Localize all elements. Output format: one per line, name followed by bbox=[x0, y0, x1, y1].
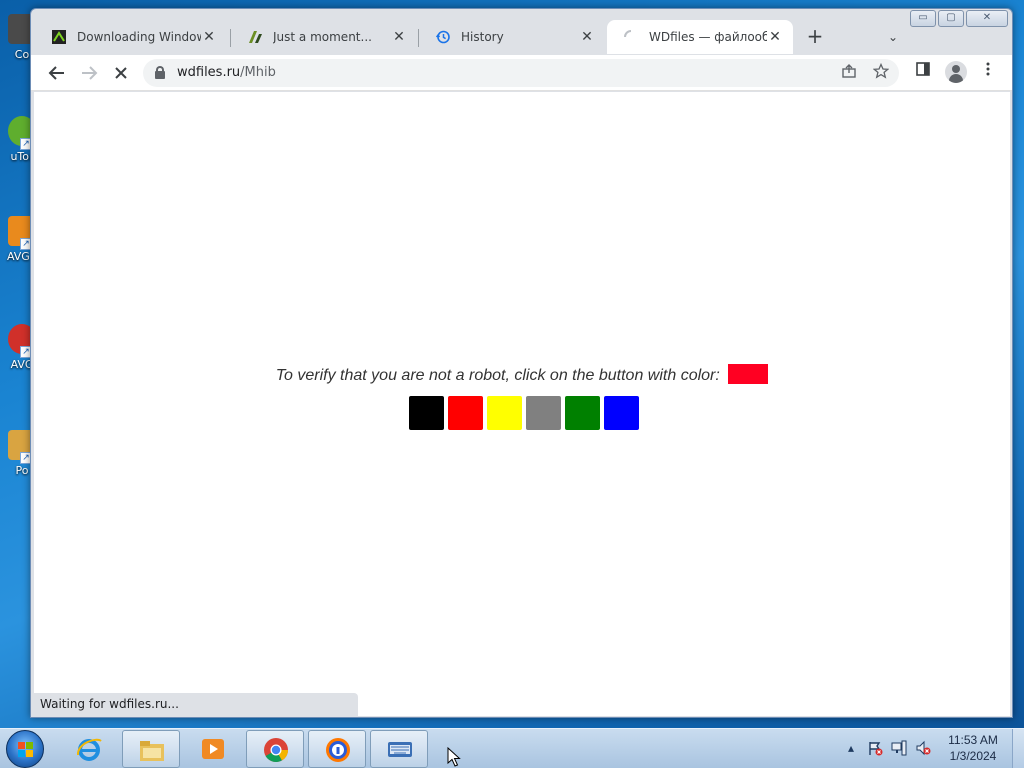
taskbar-on-screen-keyboard[interactable] bbox=[370, 730, 428, 768]
network-icon[interactable] bbox=[891, 740, 907, 756]
start-button[interactable] bbox=[6, 730, 44, 768]
tab-close-icon[interactable]: ✕ bbox=[579, 29, 595, 45]
back-arrow-icon bbox=[48, 66, 64, 80]
taskbar: ▴ 11:53 AM 1/3/2024 bbox=[0, 728, 1024, 768]
clock-time: 11:53 AM bbox=[948, 733, 998, 747]
taskbar-avast-secure-browser[interactable] bbox=[308, 730, 366, 768]
mouse-cursor-icon bbox=[447, 747, 461, 767]
tab-title: WDfiles — файлообме bbox=[649, 30, 767, 44]
taskbar-media-player[interactable] bbox=[184, 730, 242, 768]
forward-arrow-icon bbox=[82, 66, 98, 80]
captcha-prompt: To verify that you are not a robot, clic… bbox=[34, 364, 1010, 386]
color-button-red[interactable] bbox=[448, 396, 483, 430]
tab-title: Downloading Windows bbox=[77, 30, 201, 44]
color-button-row bbox=[409, 396, 643, 430]
tab-search-button[interactable]: ⌄ bbox=[883, 27, 903, 47]
secure-browser-icon bbox=[324, 736, 352, 764]
color-button-blue[interactable] bbox=[604, 396, 639, 430]
side-panel-icon[interactable] bbox=[911, 61, 935, 85]
back-button[interactable] bbox=[45, 61, 69, 85]
maximize-button[interactable]: ▢ bbox=[938, 10, 964, 27]
folder-icon bbox=[138, 736, 166, 764]
volume-muted-icon[interactable] bbox=[915, 740, 931, 756]
url-host: wdfiles.ru bbox=[177, 65, 241, 80]
bookmark-star-icon[interactable] bbox=[871, 62, 891, 83]
tab-title: History bbox=[461, 30, 504, 44]
action-center-flag-icon[interactable] bbox=[867, 740, 883, 756]
target-color-swatch bbox=[728, 364, 769, 384]
window-controls: ▭ ▢ ✕ bbox=[908, 10, 1008, 27]
show-desktop-button[interactable] bbox=[1012, 729, 1024, 768]
lock-icon[interactable] bbox=[155, 66, 165, 79]
browser-window: Downloading Windows ✕ Just a moment... ✕… bbox=[30, 8, 1013, 718]
status-bubble: Waiting for wdfiles.ru... bbox=[34, 693, 358, 716]
tab-close-icon[interactable]: ✕ bbox=[201, 29, 217, 45]
minimize-button[interactable]: ▭ bbox=[910, 10, 936, 27]
profile-avatar[interactable] bbox=[945, 61, 967, 83]
color-button-yellow[interactable] bbox=[487, 396, 522, 430]
taskbar-internet-explorer[interactable] bbox=[60, 730, 118, 768]
color-button-gray[interactable] bbox=[526, 396, 561, 430]
color-button-green[interactable] bbox=[565, 396, 600, 430]
show-hidden-icons-button[interactable]: ▴ bbox=[843, 740, 859, 756]
tab-title: Just a moment... bbox=[273, 30, 372, 44]
tab-history[interactable]: History ✕ bbox=[419, 21, 605, 53]
browser-toolbar: wdfiles.ru/Mhib bbox=[31, 55, 1012, 91]
system-clock[interactable]: 11:53 AM 1/3/2024 bbox=[938, 732, 1008, 764]
download-page-favicon bbox=[51, 29, 67, 45]
history-icon bbox=[435, 29, 451, 45]
close-icon bbox=[115, 67, 127, 79]
captcha-prompt-text: To verify that you are not a robot, clic… bbox=[275, 367, 720, 385]
keyboard-icon bbox=[386, 736, 414, 764]
page-content: To verify that you are not a robot, clic… bbox=[34, 92, 1010, 716]
close-window-button[interactable]: ✕ bbox=[966, 10, 1008, 27]
taskbar-chrome[interactable] bbox=[246, 730, 304, 768]
stop-loading-button[interactable] bbox=[109, 61, 133, 85]
tab-wdfiles[interactable]: WDfiles — файлообме ✕ bbox=[607, 20, 793, 54]
chrome-icon bbox=[262, 736, 290, 764]
tab-just-a-moment[interactable]: Just a moment... ✕ bbox=[231, 21, 417, 53]
cloudflare-favicon bbox=[247, 29, 263, 45]
media-player-icon bbox=[199, 735, 227, 763]
tab-downloading-windows[interactable]: Downloading Windows ✕ bbox=[35, 21, 227, 53]
address-bar[interactable]: wdfiles.ru/Mhib bbox=[143, 59, 899, 87]
tab-strip: Downloading Windows ✕ Just a moment... ✕… bbox=[31, 9, 1012, 55]
color-button-black[interactable] bbox=[409, 396, 444, 430]
url-path: /Mhib bbox=[240, 65, 276, 80]
new-tab-button[interactable]: + bbox=[803, 25, 827, 49]
loading-spinner-icon bbox=[623, 29, 639, 45]
windows-logo-icon bbox=[18, 742, 34, 758]
clock-date: 1/3/2024 bbox=[949, 749, 997, 763]
taskbar-file-explorer[interactable] bbox=[122, 730, 180, 768]
more-menu-icon[interactable] bbox=[976, 61, 1000, 85]
forward-button[interactable] bbox=[77, 61, 101, 85]
tab-close-icon[interactable]: ✕ bbox=[767, 29, 783, 45]
internet-explorer-icon bbox=[75, 735, 103, 763]
share-icon[interactable] bbox=[839, 63, 859, 83]
url-text: wdfiles.ru/Mhib bbox=[177, 59, 276, 87]
tab-close-icon[interactable]: ✕ bbox=[391, 29, 407, 45]
